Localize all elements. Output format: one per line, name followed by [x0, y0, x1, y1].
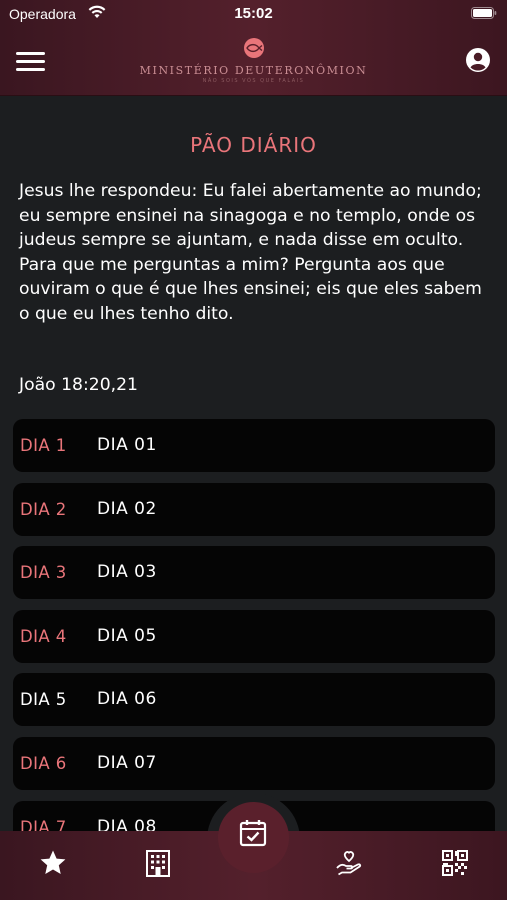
day-number: DIA 6 — [20, 753, 67, 773]
tab-daily-bread[interactable] — [218, 802, 289, 873]
day-number: DIA 5 — [20, 690, 67, 710]
tab-favorites[interactable] — [38, 848, 68, 878]
day-list-item[interactable]: DIA 6 DIA 07 — [13, 736, 495, 790]
day-list-item[interactable]: DIA 3 DIA 03 — [13, 546, 495, 600]
tab-donations[interactable] — [334, 848, 364, 878]
qr-code-icon — [442, 850, 468, 876]
battery-icon — [471, 7, 497, 19]
status-bar: Operadora 15:02 — [0, 0, 507, 30]
fish-logo-icon — [243, 38, 264, 58]
day-list-item[interactable]: DIA 5 DIA 06 — [13, 673, 495, 727]
day-number: DIA 1 — [20, 436, 67, 455]
status-time: 15:02 — [234, 5, 273, 22]
day-title: DIA 06 — [97, 689, 157, 710]
day-number: DIA 4 — [20, 626, 67, 646]
tab-ministry[interactable] — [143, 848, 173, 878]
logo-text: MINISTÉRIO DEUTERONÔMION — [139, 64, 368, 77]
daily-verse-text: Jesus lhe respondeu: Eu falei abertament… — [19, 181, 482, 324]
building-icon — [146, 850, 170, 877]
day-number: DIA 2 — [20, 499, 67, 519]
profile-icon[interactable] — [465, 47, 491, 73]
calendar-check-icon — [239, 820, 267, 847]
day-title: DIA 05 — [97, 625, 157, 646]
page-title: PÃO DIÁRIO — [190, 133, 317, 157]
day-title: DIA 03 — [97, 562, 157, 583]
tab-qr-code[interactable] — [440, 848, 470, 878]
star-icon — [40, 850, 66, 874]
ministry-logo: MINISTÉRIO DEUTERONÔMION NÃO SOIS VÓS QU… — [0, 37, 507, 84]
logo-tagline: NÃO SOIS VÓS QUE FALAIS — [202, 78, 305, 84]
day-list-item[interactable]: DIA 2 DIA 02 — [13, 482, 495, 536]
day-title: DIA 07 — [97, 752, 157, 773]
day-title: DIA 01 — [97, 435, 157, 455]
day-number: DIA 3 — [20, 563, 67, 583]
verse-reference: João 18:20,21 — [19, 375, 138, 395]
day-list-item[interactable]: DIA 1 DIA 01 — [13, 419, 495, 472]
day-title: DIA 02 — [97, 498, 157, 519]
hand-heart-icon — [336, 851, 362, 876]
day-list-item[interactable]: DIA 4 DIA 05 — [13, 609, 495, 663]
app-header: Operadora 15:02 MINISTÉRIO DEUTERONÔMION… — [0, 0, 507, 96]
